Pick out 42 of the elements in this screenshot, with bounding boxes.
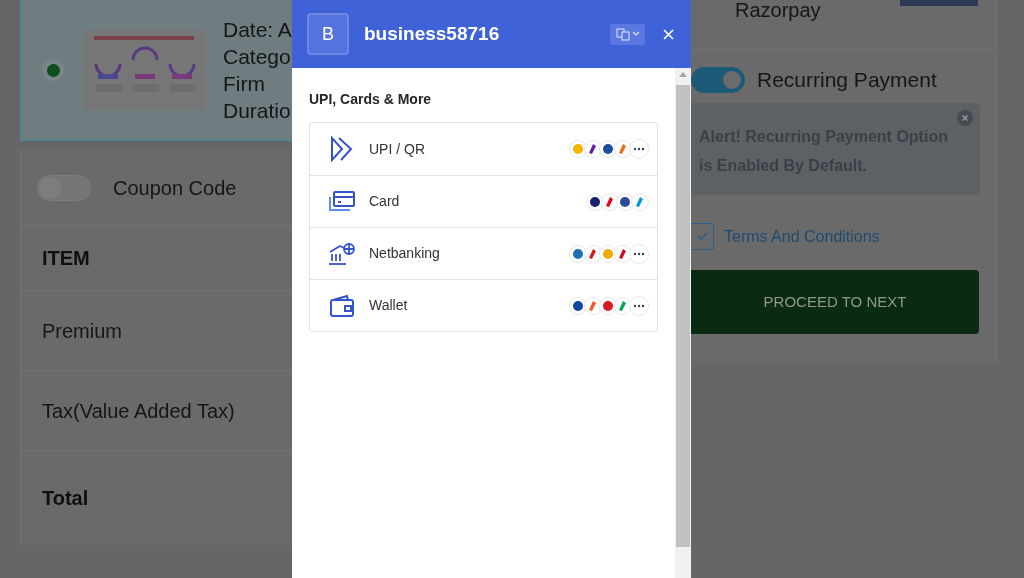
alert-close-button[interactable]	[957, 110, 973, 126]
method-label: Wallet	[369, 296, 408, 315]
gateway-name: Razorpay	[735, 0, 821, 22]
proceed-button[interactable]: PROCEED TO NEXT	[691, 270, 979, 334]
recurring-label: Recurring Payment	[757, 66, 937, 93]
terms-checkbox[interactable]	[691, 223, 714, 250]
chevron-down-icon	[631, 31, 640, 37]
order-detail: Date: A	[223, 17, 292, 43]
order-detail: Duratio	[223, 98, 292, 124]
close-button[interactable]	[663, 28, 674, 40]
coupon-label: Coupon Code	[113, 175, 237, 201]
wallet-icon	[329, 293, 355, 318]
order-card[interactable]: Date: A Catego Firm Duratio	[20, 0, 292, 141]
scrollbar[interactable]	[675, 68, 691, 578]
section-title: UPI, Cards & More	[309, 90, 433, 109]
payment-method-row[interactable]: Wallet	[310, 279, 657, 331]
close-icon	[663, 28, 674, 40]
check-icon	[696, 232, 708, 241]
order-detail: Catego	[223, 44, 292, 70]
method-label: UPI / QR	[369, 139, 425, 159]
summary-label: ITEM	[42, 246, 90, 271]
merchant-avatar: B	[307, 13, 349, 55]
card-icon	[328, 189, 356, 214]
bank-globe-icon	[328, 241, 356, 266]
scroll-up-icon	[679, 71, 687, 77]
payment-method-row[interactable]: Card	[310, 175, 657, 227]
summary-label: Total	[42, 486, 89, 511]
summary-label: Tax(Value Added Tax)	[42, 398, 235, 424]
payment-method-row[interactable]: UPI / QR	[310, 123, 657, 175]
payment-logo-icon	[631, 192, 649, 211]
gateway-logo-icon	[900, 0, 978, 6]
summary-label: Premium	[42, 318, 122, 344]
close-icon	[962, 115, 968, 121]
merchant-name: business58716	[364, 21, 500, 46]
language-button[interactable]	[610, 23, 645, 45]
recurring-toggle[interactable]	[691, 66, 745, 93]
method-label: Card	[369, 192, 400, 211]
method-label: Netbanking	[369, 244, 440, 263]
order-detail: Firm	[223, 71, 266, 97]
payment-method-row[interactable]: Netbanking	[310, 227, 657, 279]
translate-icon	[615, 27, 630, 41]
double-chevron-icon	[329, 136, 355, 162]
